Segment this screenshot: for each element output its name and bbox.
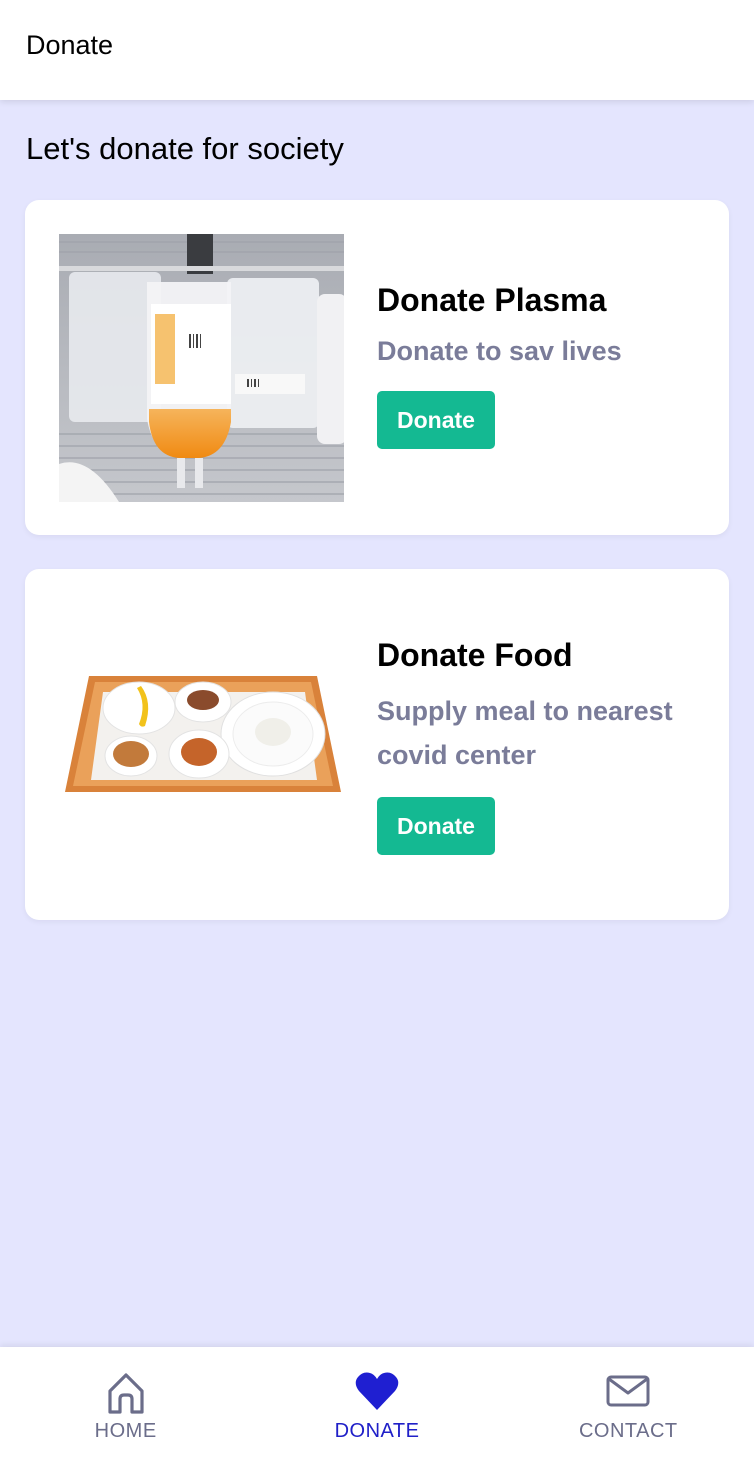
donate-food-card: Donate Food Supply meal to nearest covid… — [25, 569, 729, 920]
card-subtitle: Supply meal to nearest covid center — [377, 696, 673, 770]
app-root: Donate Let's donate for society Donate P… — [0, 0, 754, 1469]
card-title: Donate Plasma — [377, 282, 607, 318]
page-title: Donate — [26, 30, 114, 60]
donate-plasma-card: Donate Plasma Donate to sav lives Donate — [25, 200, 729, 535]
food-tray-image — [59, 664, 344, 809]
plasma-bags-image — [59, 234, 344, 502]
donate-food-button[interactable]: Donate — [377, 797, 495, 855]
section-heading: Let's donate for society — [26, 131, 344, 166]
nav-label: DONATE — [334, 1420, 420, 1442]
home-icon — [107, 1371, 145, 1420]
nav-item-contact[interactable]: CONTACT — [503, 1347, 754, 1469]
nav-label: CONTACT — [578, 1420, 678, 1442]
plasma-card-body: Donate Plasma Donate to sav lives Donate — [377, 280, 705, 449]
card-title: Donate Food — [377, 637, 573, 673]
mail-icon — [606, 1375, 650, 1412]
heart-icon — [355, 1371, 399, 1416]
top-app-bar: Donate — [0, 0, 754, 100]
food-card-body: Donate Food Supply meal to nearest covid… — [377, 635, 705, 855]
nav-label: HOME — [94, 1420, 157, 1442]
donate-plasma-button[interactable]: Donate — [377, 391, 495, 449]
nav-item-donate[interactable]: DONATE — [251, 1347, 502, 1469]
nav-item-home[interactable]: HOME — [0, 1347, 251, 1469]
card-subtitle: Donate to sav lives — [377, 336, 622, 366]
bottom-navigation: HOME DONATE CONTACT — [0, 1347, 754, 1469]
